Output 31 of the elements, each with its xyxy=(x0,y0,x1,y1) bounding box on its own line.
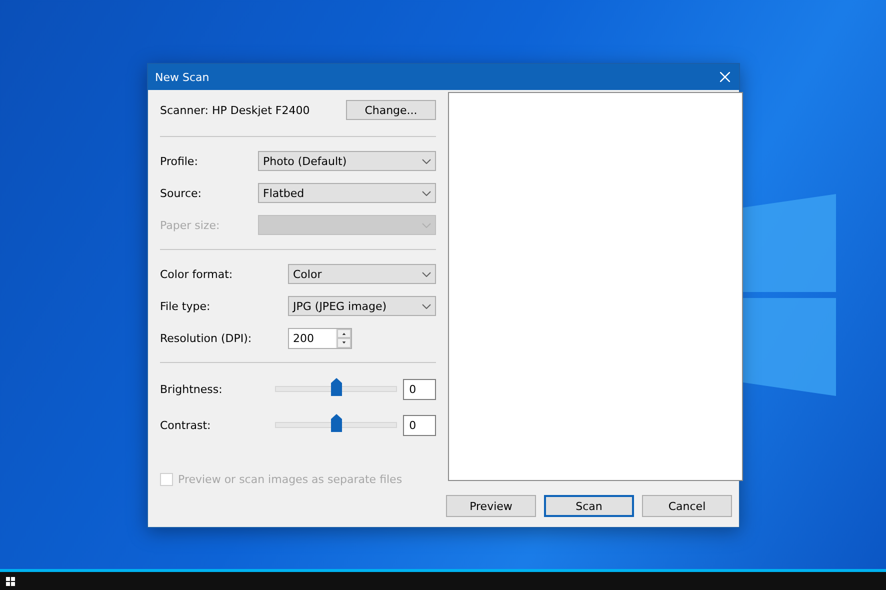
dialog-button[interactable]: Preview xyxy=(446,495,536,517)
value-field[interactable]: 0 xyxy=(403,378,436,400)
chevron-down-icon xyxy=(422,272,431,276)
chevron-down-icon xyxy=(422,304,431,308)
chevron-down-icon xyxy=(422,190,431,196)
windows-start-icon[interactable] xyxy=(6,576,15,586)
dropdown[interactable]: Color xyxy=(288,264,436,284)
number-spinner[interactable]: 200 xyxy=(288,328,352,348)
slider-thumb[interactable] xyxy=(331,378,342,396)
field-label: Brightness: xyxy=(160,382,224,396)
field-label: Color format: xyxy=(160,268,234,280)
dropdown[interactable]: JPG (JPEG image) xyxy=(288,296,436,316)
field-label: File type: xyxy=(160,300,212,312)
field-label: Resolution (DPI): xyxy=(160,332,253,344)
chevron-down-icon xyxy=(422,158,431,164)
change-button[interactable]: Change... xyxy=(346,100,436,120)
dropdown[interactable]: Photo (Default) xyxy=(258,151,436,171)
field-label: Contrast: xyxy=(160,418,212,432)
chevron-down-icon xyxy=(422,222,431,228)
close-icon xyxy=(720,72,730,82)
value-field[interactable]: 0 xyxy=(403,414,436,436)
field-label: Profile: xyxy=(160,154,199,168)
dialog-button[interactable]: Scan xyxy=(544,495,634,517)
scanner-label: Scanner: HP Deskjet F2400 xyxy=(160,104,310,116)
field-label: Source: xyxy=(160,186,202,200)
field-label: Paper size: xyxy=(160,218,221,232)
dialog-button[interactable]: Cancel xyxy=(642,495,732,517)
slider-thumb[interactable] xyxy=(331,414,342,432)
dropdown[interactable]: Flatbed xyxy=(258,183,436,203)
window-title: New Scan xyxy=(155,70,210,84)
checkbox-label: Preview or scan images as separate files xyxy=(178,473,402,486)
